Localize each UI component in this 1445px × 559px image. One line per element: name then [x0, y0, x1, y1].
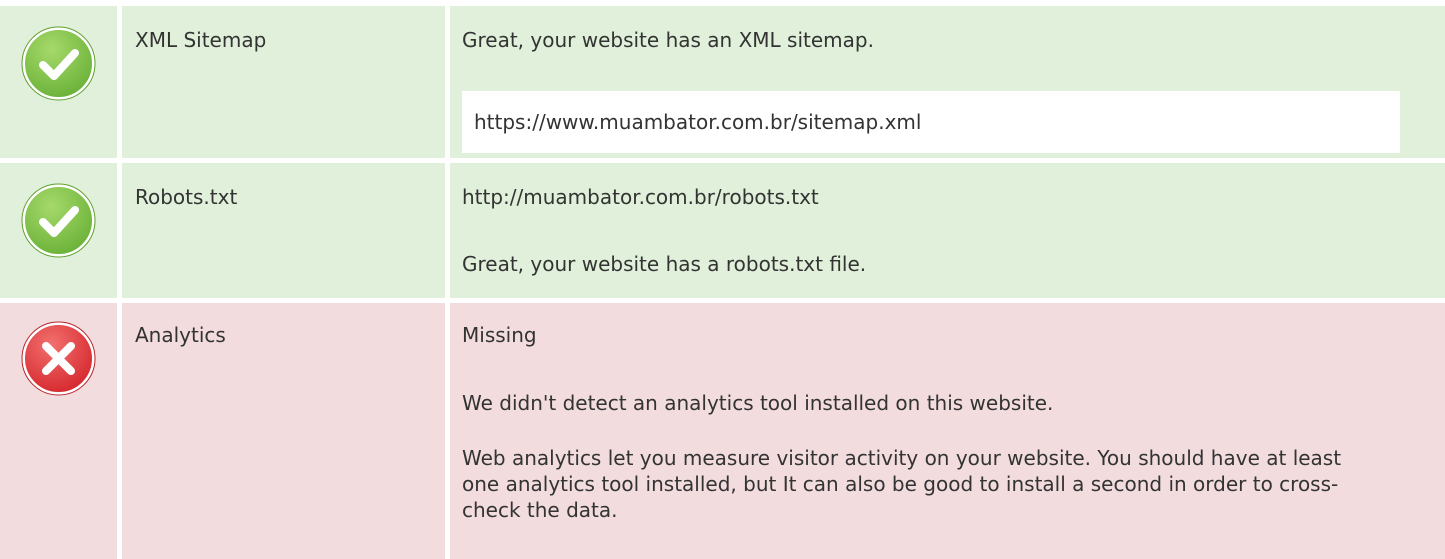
check-name-cell: XML Sitemap: [122, 6, 445, 158]
check-name: XML Sitemap: [135, 28, 267, 52]
check-row-xml-sitemap: XML Sitemap Great, your website has an X…: [0, 6, 1445, 158]
check-row-robots-txt: Robots.txt http://muambator.com.br/robot…: [0, 163, 1445, 298]
check-name-cell: Analytics: [122, 303, 445, 559]
check-detail-cell: Great, your website has an XML sitemap. …: [450, 6, 1445, 158]
status-cell: [0, 303, 117, 559]
robots-url[interactable]: http://muambator.com.br/robots.txt: [462, 185, 819, 209]
check-message: Great, your website has an XML sitemap.: [462, 28, 874, 52]
status-cell: [0, 163, 117, 298]
status-cell: [0, 6, 117, 158]
check-name: Robots.txt: [135, 185, 238, 209]
check-name-cell: Robots.txt: [122, 163, 445, 298]
check-circle-icon: [21, 26, 96, 101]
check-detail-cell: http://muambator.com.br/robots.txt Great…: [450, 163, 1445, 298]
check-message: We didn't detect an analytics tool insta…: [462, 391, 1054, 415]
check-row-analytics: Analytics Missing We didn't detect an an…: [0, 303, 1445, 559]
check-name: Analytics: [135, 323, 226, 347]
x-circle-icon: [21, 321, 96, 396]
check-message: Great, your website has a robots.txt fil…: [462, 252, 867, 276]
check-explanation: Web analytics let you measure visitor ac…: [462, 446, 1342, 522]
check-status-text: Missing: [462, 323, 537, 347]
check-circle-icon: [21, 183, 96, 258]
check-detail-cell: Missing We didn't detect an analytics to…: [450, 303, 1445, 559]
sitemap-url-box[interactable]: https://www.muambator.com.br/sitemap.xml: [462, 91, 1400, 153]
